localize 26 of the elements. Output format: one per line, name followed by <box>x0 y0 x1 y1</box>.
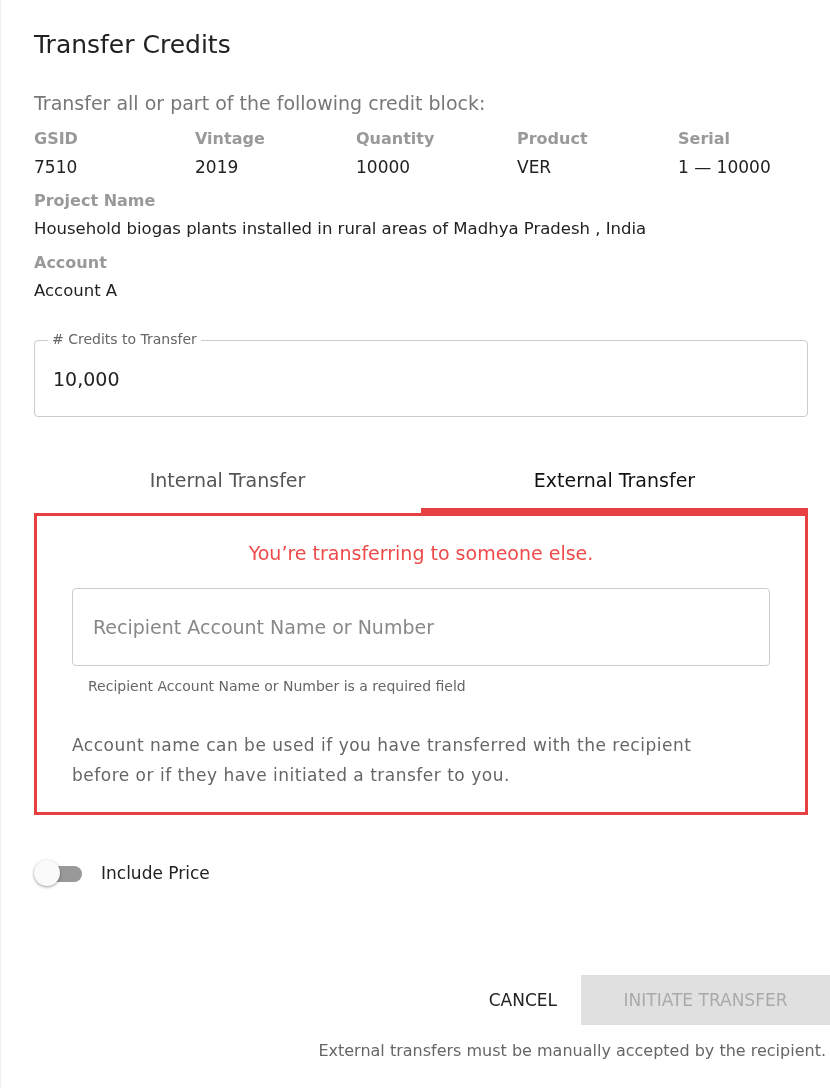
field-label: Vintage <box>195 128 266 150</box>
intro-text: Transfer all or part of the following credit block: <box>34 91 487 116</box>
field-value: 1 — 10000 <box>678 156 772 179</box>
field-label: Account <box>34 252 108 274</box>
include-price-switch[interactable] <box>34 859 82 887</box>
panel-message: You’re transferring to someone else. <box>247 541 595 566</box>
field-label: Project Name <box>34 190 157 212</box>
field-label: GSID <box>34 128 79 150</box>
field-label: Product <box>517 128 589 150</box>
field-value: Household biogas plants installed in rural areas of Madhya Pradesh , India <box>34 218 648 240</box>
dialog-title: Transfer Credits <box>34 29 232 61</box>
recipient-field[interactable]: Recipient Account Name or Number <box>72 588 770 666</box>
field-label: Quantity <box>356 128 436 150</box>
transfer-tab[interactable]: External Transfer <box>421 455 808 513</box>
footer-note: External transfers must be manually accepted by the recipient. <box>317 1041 826 1060</box>
field-value: 7510 <box>34 156 79 179</box>
field-value: 2019 <box>195 156 240 179</box>
field-value: 10000 <box>356 156 412 179</box>
cancel-button[interactable]: CANCEL <box>472 975 573 1025</box>
panel-note: Account name can be used if you have transferred with the recipient before or if they have initiated a transfer to you. <box>72 734 693 787</box>
field-value: VER <box>517 156 553 179</box>
field-label: Serial <box>678 128 732 150</box>
field-value: Account A <box>34 280 119 302</box>
switch-label: Include Price <box>101 863 210 883</box>
field-hint: Recipient Account Name or Number is a required field <box>88 677 467 696</box>
transfer-tab[interactable]: Internal Transfer <box>34 455 421 513</box>
